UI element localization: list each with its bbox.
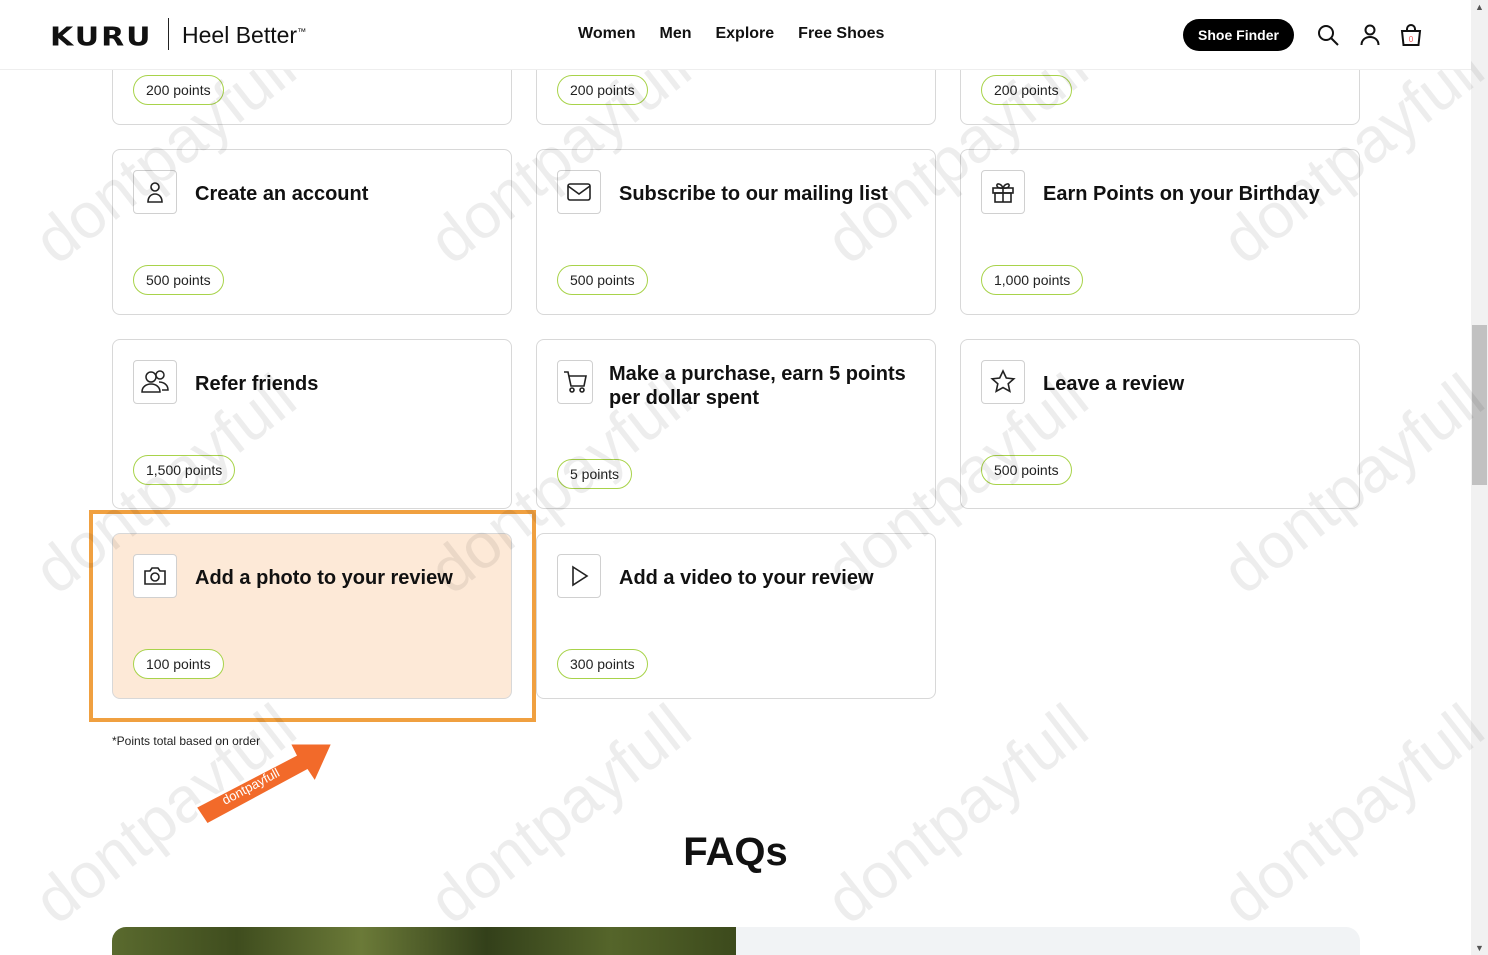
points-badge: 500 points (133, 265, 224, 295)
scroll-down-arrow-icon[interactable]: ▼ (1475, 943, 1484, 953)
logo-divider (168, 18, 169, 50)
card-title: Create an account (195, 183, 369, 205)
faq-image (112, 927, 736, 955)
cart-icon[interactable]: 0 (1399, 23, 1423, 47)
points-badge: 5 points (557, 459, 633, 489)
points-badge: 200 points (557, 75, 648, 105)
search-icon[interactable] (1316, 23, 1340, 47)
arrow-pointer-icon: dontpayfull (192, 741, 336, 827)
card-title: Leave a review (1043, 373, 1185, 395)
tagline: Heel Better™ (182, 22, 306, 49)
main-nav: Women Men Explore Free Shoes (578, 25, 884, 43)
shopping-cart-icon (557, 360, 593, 404)
tagline-text: Heel Better (182, 22, 298, 48)
trademark-mark: ™ (297, 26, 307, 37)
scroll-thumb[interactable] (1472, 325, 1487, 485)
page-scrollbar[interactable]: ▲ ▼ (1471, 0, 1488, 955)
account-icon[interactable] (1358, 23, 1382, 47)
card-title: Make a purchase, earn 5 points per dolla… (609, 363, 906, 409)
points-badge: 1,000 points (981, 265, 1084, 295)
points-badge: 300 points (557, 649, 648, 679)
card-title: Earn Points on your Birthday (1043, 183, 1320, 205)
reward-card-subscribe[interactable]: Subscribe to our mailing list 500 points (536, 149, 936, 315)
mail-icon (557, 170, 601, 214)
reward-card-birthday[interactable]: Earn Points on your Birthday 1,000 point… (960, 149, 1360, 315)
friends-icon (133, 360, 177, 404)
watermark: dontpayfull (415, 690, 704, 938)
user-icon (133, 170, 177, 214)
shoe-finder-button[interactable]: Shoe Finder (1183, 19, 1294, 51)
star-icon (981, 360, 1025, 404)
nav-free-shoes[interactable]: Free Shoes (798, 25, 884, 43)
nav-men[interactable]: Men (659, 25, 691, 43)
nav-women[interactable]: Women (578, 25, 635, 43)
reward-card-refer-friends[interactable]: Refer friends 1,500 points (112, 339, 512, 509)
points-badge: 200 points (981, 75, 1072, 105)
cart-count: 0 (1409, 35, 1414, 44)
reward-card-add-video[interactable]: Add a video to your review 300 points (536, 533, 936, 699)
highlight-outline (89, 510, 536, 722)
card-title: Subscribe to our mailing list (619, 183, 888, 205)
card-title: Refer friends (195, 373, 319, 395)
nav-explore[interactable]: Explore (715, 25, 774, 43)
watermark: dontpayfull (812, 690, 1101, 938)
points-badge: 500 points (557, 265, 648, 295)
card-title: Add a video to your review (619, 567, 874, 589)
reward-card-purchase[interactable]: Make a purchase, earn 5 points per dolla… (536, 339, 936, 509)
play-icon (557, 554, 601, 598)
reward-card-leave-review[interactable]: Leave a review 500 points (960, 339, 1360, 509)
gift-icon (981, 170, 1025, 214)
points-badge: 200 points (133, 75, 224, 105)
faq-heading: FAQs (683, 830, 788, 874)
faq-panel (736, 927, 1360, 955)
kuru-logo[interactable]: KURU (50, 23, 153, 53)
points-badge: 1,500 points (133, 455, 236, 485)
site-header: KURU Heel Better™ Women Men Explore Free… (0, 0, 1471, 70)
points-badge: 500 points (981, 455, 1072, 485)
scroll-up-arrow-icon[interactable]: ▲ (1475, 2, 1484, 12)
reward-card-create-account[interactable]: Create an account 500 points (112, 149, 512, 315)
watermark: dontpayfull (1208, 690, 1488, 938)
